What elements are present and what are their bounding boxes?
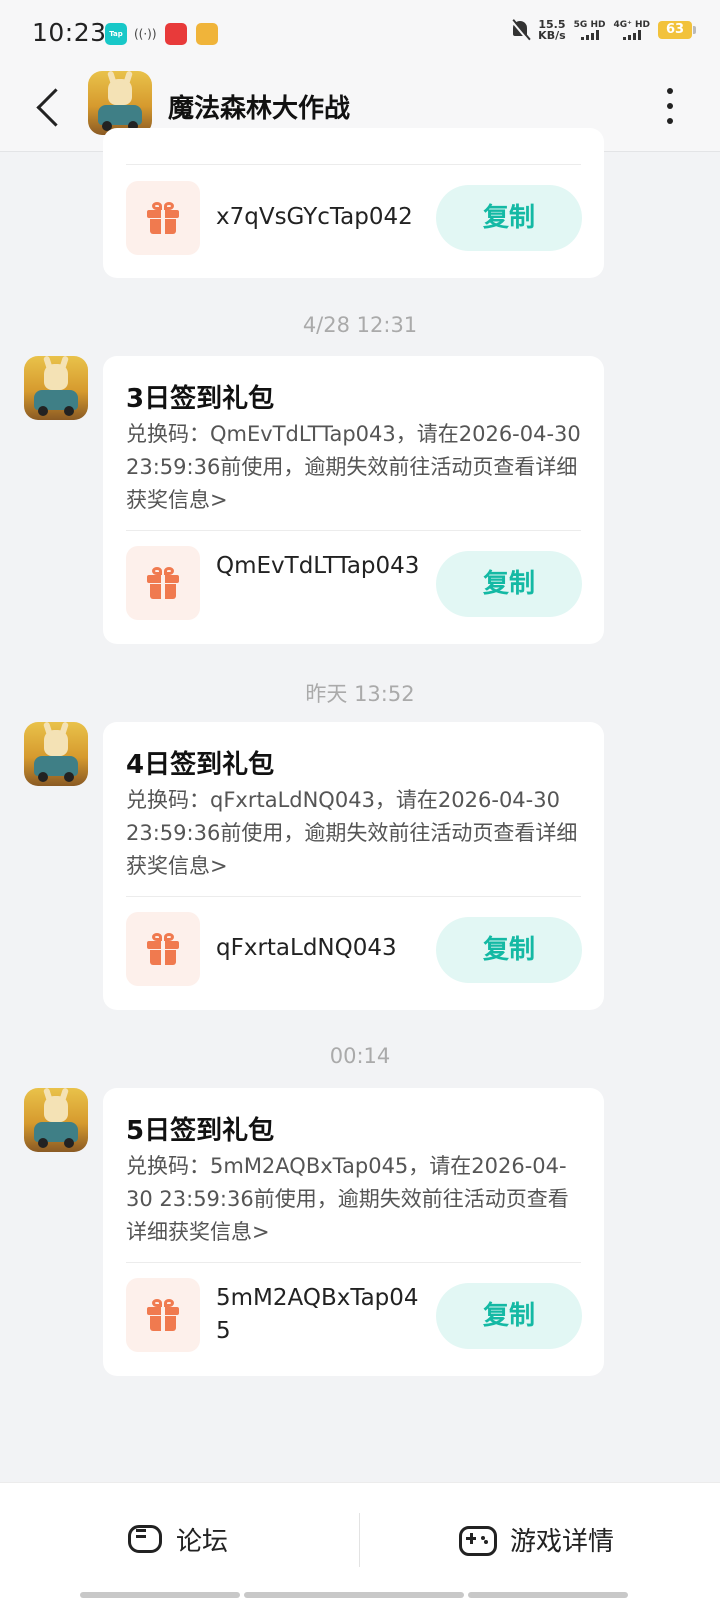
copy-button[interactable]: 复制 — [436, 917, 582, 983]
sender-avatar[interactable] — [24, 356, 88, 420]
gift-box — [126, 181, 200, 255]
card-title: 5日签到礼包 — [126, 1116, 275, 1146]
app-notification-icon — [165, 23, 187, 45]
battery-icon: 63 — [658, 21, 696, 39]
message-timestamp: 00:14 — [329, 1044, 391, 1068]
message-timestamp: 4/28 12:31 — [302, 313, 418, 337]
card-divider — [126, 1262, 581, 1263]
gift-code: qFxrtaLdNQ043 — [216, 935, 397, 961]
status-bar: 10:23 Tap ((·)) 15.5 KB/s 5G HD 4G⁺ HD 6… — [0, 0, 720, 64]
status-right-group: 15.5 KB/s 5G HD 4G⁺ HD 63 — [510, 19, 696, 41]
sender-avatar[interactable] — [24, 722, 88, 786]
gamepad-icon — [458, 1524, 497, 1556]
card-description[interactable]: 兑换码：QmEvTdLTTap043，请在2026-04-30 23:59:36… — [126, 418, 586, 517]
gesture-bar — [80, 1592, 240, 1598]
net-speed: 15.5 KB/s — [538, 19, 565, 41]
hotspot-icon: ((·)) — [134, 27, 157, 41]
card-divider — [126, 896, 581, 897]
copy-button[interactable]: 复制 — [436, 185, 582, 251]
gesture-bar — [468, 1592, 628, 1598]
gift-code: QmEvTdLTTap043 — [216, 553, 420, 579]
status-time: 10:23 — [32, 18, 107, 47]
gift-icon — [147, 933, 179, 965]
gift-box — [126, 912, 200, 986]
copy-button[interactable]: 复制 — [436, 1283, 582, 1349]
page-title: 魔法森林大作战 — [168, 94, 351, 124]
sender-avatar[interactable] — [24, 1088, 88, 1152]
bottom-bar: 论坛 游戏详情 — [0, 1482, 720, 1600]
mute-bell-icon — [510, 19, 530, 41]
bottom-divider — [359, 1513, 360, 1567]
card-title: 4日签到礼包 — [126, 750, 275, 780]
card-divider — [126, 164, 581, 165]
message-card: 3日签到礼包 兑换码：QmEvTdLTTap043，请在2026-04-30 2… — [103, 356, 604, 644]
game-detail-label: 游戏详情 — [510, 1526, 615, 1557]
back-button[interactable] — [28, 80, 72, 136]
game-detail-button[interactable]: 游戏详情 — [458, 1503, 614, 1575]
sim2-label: 4G⁺ HD — [613, 20, 650, 30]
copy-button[interactable]: 复制 — [436, 551, 582, 617]
gesture-bar — [244, 1592, 464, 1598]
forum-label: 论坛 — [176, 1526, 229, 1557]
gift-icon — [147, 1299, 179, 1331]
chat-bubble-icon — [126, 1522, 162, 1556]
card-divider — [126, 530, 581, 531]
gift-box — [126, 1278, 200, 1352]
gift-code: 5mM2AQBxTap045 — [216, 1285, 419, 1344]
message-card: 4日签到礼包 兑换码：qFxrtaLdNQ043，请在2026-04-30 23… — [103, 722, 604, 1010]
sim2-signal: 4G⁺ HD — [613, 20, 650, 40]
signal-icon — [613, 30, 650, 40]
app-notification-icon — [196, 23, 218, 45]
message-timestamp: 昨天 13:52 — [305, 682, 415, 706]
more-button[interactable] — [660, 88, 680, 124]
gift-code: x7qVsGYcTap042 — [216, 204, 413, 230]
card-title: 3日签到礼包 — [126, 384, 275, 414]
signal-icon — [574, 30, 606, 40]
gift-icon — [147, 202, 179, 234]
card-description[interactable]: 兑换码：qFxrtaLdNQ043，请在2026-04-30 23:59:36前… — [126, 784, 586, 883]
card-description[interactable]: 兑换码：5mM2AQBxTap045，请在2026-04-30 23:59:36… — [126, 1150, 586, 1249]
message-card: x7qVsGYcTap042 复制 — [103, 128, 604, 278]
message-card: 5日签到礼包 兑换码：5mM2AQBxTap045，请在2026-04-30 2… — [103, 1088, 604, 1376]
net-speed-unit: KB/s — [538, 29, 566, 42]
more-vertical-icon — [667, 88, 673, 94]
sim1-signal: 5G HD — [573, 20, 606, 40]
gift-icon — [147, 567, 179, 599]
forum-button[interactable]: 论坛 — [126, 1503, 228, 1575]
taptap-icon: Tap — [105, 23, 127, 45]
sim1-label: 5G HD — [573, 20, 606, 30]
game-avatar[interactable] — [88, 71, 152, 135]
gift-box — [126, 546, 200, 620]
